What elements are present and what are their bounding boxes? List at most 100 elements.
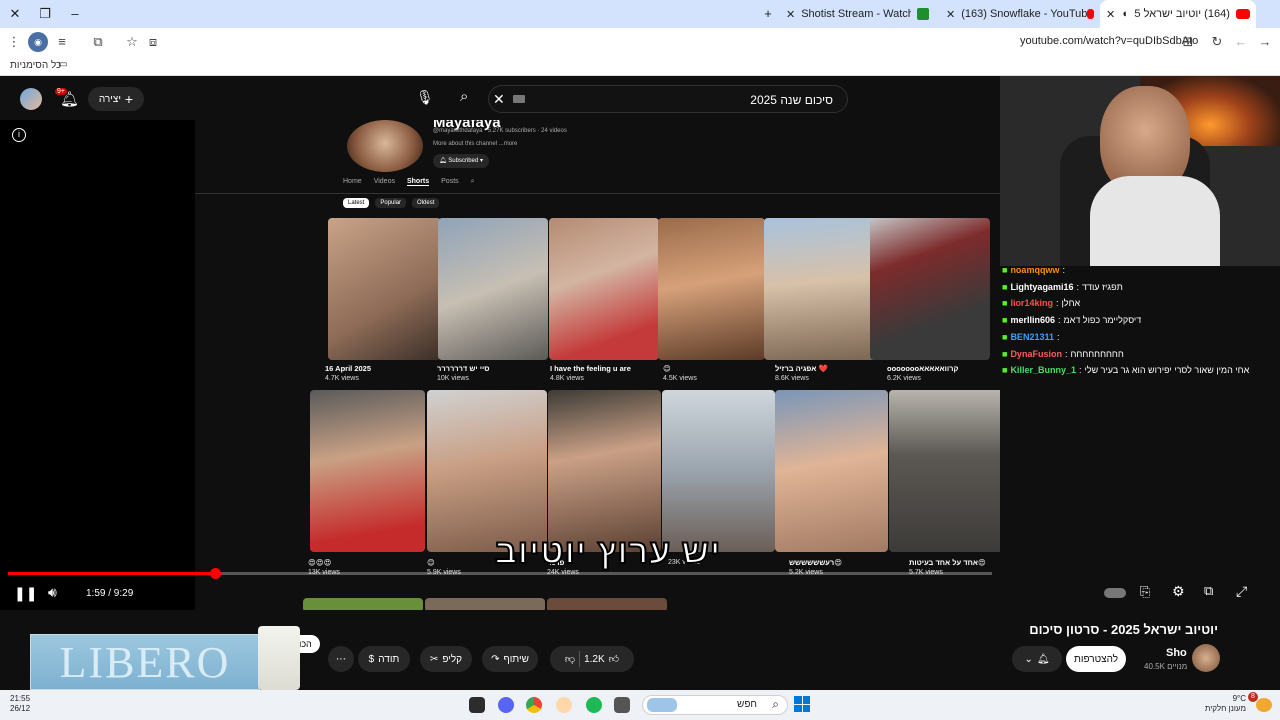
microphone-icon[interactable]: 🎙︎ [416,89,434,106]
windows-taskbar: 21:55 26/12 חפש ⌕ 9°C מעונן חלקית 8 [0,690,1280,720]
tab-shotist[interactable]: ✕ Shotist Stream - Watch Live on [780,0,940,28]
kick-icon [917,8,930,20]
menu-icon[interactable]: ⋮ [4,32,24,52]
short-thumbnail [549,218,659,360]
tab-snowflake[interactable]: ✕ (163) Snowflake - YouTube [940,0,1100,28]
close-window-icon[interactable]: ✕ [4,4,26,24]
volume-icon[interactable]: 🔊︎ [48,584,57,601]
subtitles-icon[interactable]: ⎘ [1140,584,1150,600]
close-tab-icon[interactable]: ✕ [786,8,795,21]
short-meta: אפגיה ברזיל ❤️ 8.6K views [775,364,828,382]
bell-icon: 🔔︎ [1036,653,1050,665]
close-tab-icon[interactable]: ✕ [946,8,955,21]
keyboard-icon[interactable] [513,95,525,103]
thanks-button[interactable]: $ תודה [358,646,410,672]
share-icon: ↷ [491,653,500,665]
info-icon[interactable]: i [12,128,26,142]
youtube-header: 🔔︎ 9+ יצירה + 🎙︎ ⌕ ✕ סיכום שנה 2025 [0,76,1000,120]
divider [195,193,1000,194]
chrome-icon[interactable] [526,697,542,713]
short-thumbnail [548,390,661,552]
like-icon[interactable]: 👍︎ [609,653,619,665]
kick-badge-icon: ■ [1002,265,1008,275]
minimize-window-icon[interactable]: – [64,4,86,24]
youtube-icon [1235,9,1250,19]
share-button[interactable]: ↷ שיתוף [482,646,538,672]
dislike-icon[interactable]: 👎︎ [565,653,575,665]
spotify-icon[interactable] [586,697,602,713]
chat-message: ■ Lightyagami16: תפגיז עודד [1000,279,1280,296]
kick-badge-icon: ■ [1002,315,1008,326]
channel-about: More about this channel ...more [433,141,518,147]
divider [579,651,581,667]
reload-icon[interactable]: ↻ [1207,32,1227,52]
short-meta: סיי יש דרררררר 10K views [437,364,490,382]
back-icon[interactable]: ← [1231,32,1251,52]
extensions-icon[interactable]: ⧉ [88,32,108,52]
terminal-icon[interactable] [614,697,630,713]
like-dislike-group: 👎︎ 1.2K 👍︎ [550,646,634,672]
taskbar-search[interactable]: חפש ⌕ [642,695,788,715]
subscriber-count: 40.5K מנויים [1144,662,1188,671]
bookmarks-bar: כל הסימניות ▭ [0,56,1280,76]
subscribe-button[interactable]: להצטרפות [1066,646,1126,672]
all-bookmarks-link[interactable]: כל הסימניות [10,60,61,71]
translate-icon[interactable]: ⊞ [1178,32,1198,52]
forward-icon[interactable]: → [1255,32,1275,52]
short-thumbnail [764,218,883,360]
clear-search-icon[interactable]: ✕ [493,91,505,108]
browser-toolbar: ⋮ ◉ ≡ ⧉ ☆ ⧈ youtube.com/watch?v=quDIbSdb… [0,28,1280,56]
scrubber-handle[interactable] [209,568,221,579]
create-button[interactable]: יצירה + [88,87,144,111]
chat-message: ■ merllin606: דיסקליימר כפול דאמ [1000,312,1280,329]
address-bar[interactable]: youtube.com/watch?v=quDIbSdbAto [1020,35,1198,47]
account-avatar[interactable] [20,88,42,110]
fullscreen-icon[interactable]: ⤢ [1236,583,1247,600]
short-thumbnail [662,390,775,552]
windows-start-icon[interactable] [794,696,810,712]
weather-icon [1256,698,1272,712]
stream-chat: ■ noamqqww: ■ Lightyagami16: תפגיז עודד ■ li… [1000,262,1280,382]
pause-icon[interactable]: ❚❚ [14,585,37,602]
video-title: יוטיוב ישראל 2025 - סרטון סיכום [1029,622,1218,637]
notification-dropdown[interactable]: ⌄ 🔔︎ [1012,646,1062,672]
autoplay-toggle[interactable] [1104,588,1126,598]
video-player[interactable]: i Mayafaya @mayawithdafaya · 5.27K subsc… [0,120,1000,610]
video-frame: Mayafaya @mayawithdafaya · 5.27K subscri… [195,120,1000,610]
author-name[interactable]: Sho [1166,647,1187,659]
youtube-icon [1087,9,1094,19]
settings-gear-icon[interactable]: ⚙ [1172,583,1185,600]
search-highlight-icon [647,698,677,712]
discord-icon[interactable] [498,697,514,713]
share-page-icon[interactable]: ⧈ [143,32,163,52]
short-meta: I have the feeling u are 4.8K views [550,364,631,382]
clip-button[interactable]: ✂ קליפ [420,646,472,672]
short-thumbnail [438,218,548,360]
kick-badge-icon: ■ [1002,281,1008,292]
reading-list-icon[interactable]: ≡ [52,32,72,52]
short-thumbnail [328,218,441,360]
bookmark-star-icon[interactable]: ☆ [122,32,142,52]
subscribed-button: 🔔︎ Subscribed ▾ [433,154,490,168]
search-input[interactable]: ✕ סיכום שנה 2025 [488,85,848,113]
browser-tab-bar: ✕ ❐ – + ✕ Shotist Stream - Watch Live on… [0,0,1280,28]
short-thumbnail [889,390,1000,552]
tab-youtube-israel[interactable]: ✕ ◖ (164) יוטיוב ישראל 2025 - ס [1100,0,1256,28]
search-icon[interactable]: ⌕ [460,88,468,105]
new-tab-icon[interactable]: + [757,4,779,24]
progress-bar[interactable] [8,568,992,579]
profile-avatar[interactable]: ◉ [28,32,48,52]
app-icon[interactable] [556,697,572,713]
folder-icon: ▭ [58,59,68,70]
kick-badge-icon: ■ [1002,365,1008,376]
weather-widget[interactable]: 9°C מעונן חלקית [1204,694,1246,714]
close-tab-icon[interactable]: ✕ [1106,8,1115,21]
libero-ad: LIBERO [30,634,260,690]
miniplayer-icon[interactable]: ⧉ [1204,583,1213,599]
streamer-shirt [1090,176,1220,266]
short-meta: 16 April 2025 4.7K views [325,364,371,382]
more-actions-button[interactable]: ⋯ [328,646,354,672]
app-icon[interactable] [469,697,485,713]
restore-window-icon[interactable]: ❐ [34,4,56,24]
author-avatar[interactable] [1192,644,1220,672]
